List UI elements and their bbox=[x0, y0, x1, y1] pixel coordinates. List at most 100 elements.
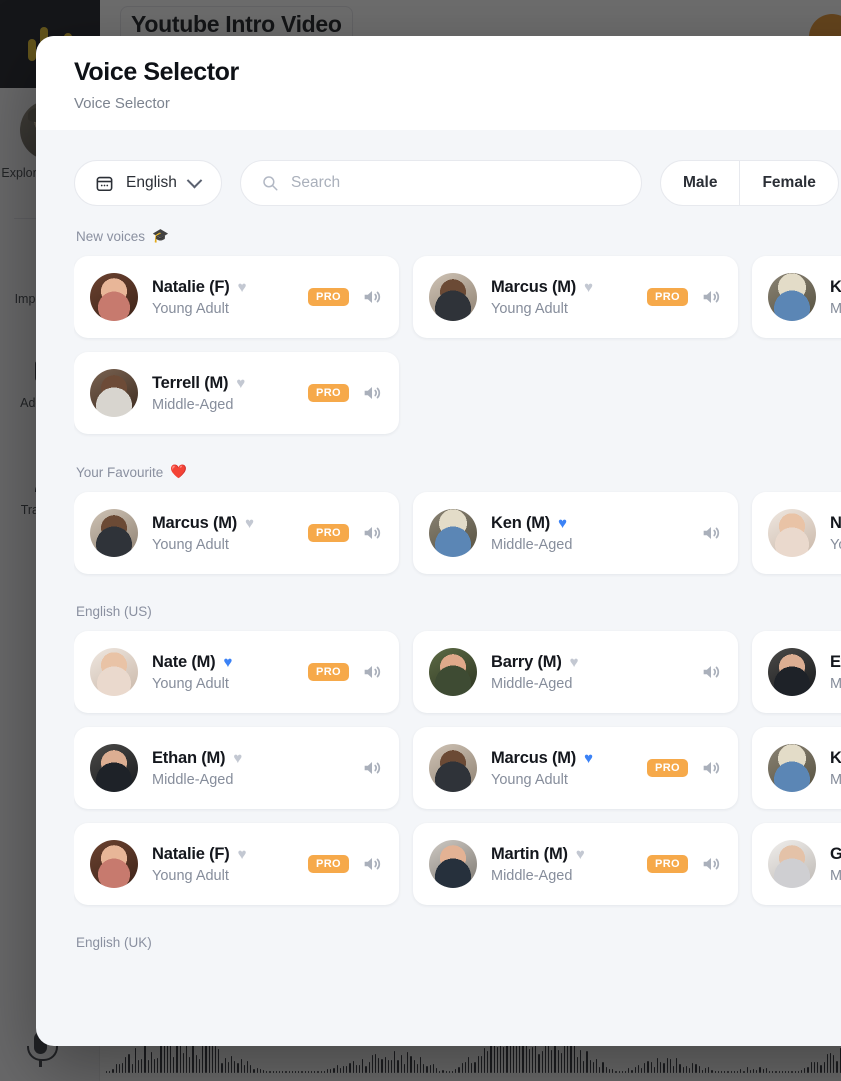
voice-name: Marcus (M) bbox=[491, 277, 577, 296]
speaker-icon[interactable] bbox=[700, 661, 722, 683]
gender-option-male[interactable]: Male bbox=[661, 161, 739, 205]
page-title: Voice Selector bbox=[74, 58, 239, 86]
voice-info: Ken (M)♥Middle-Aged bbox=[830, 749, 841, 788]
avatar bbox=[429, 840, 477, 888]
voice-card[interactable]: Ethan (M)♥Middle-Aged bbox=[74, 727, 399, 809]
voice-card[interactable]: Terrell (M) ♥ Middle-Aged PRO bbox=[74, 352, 399, 434]
calendar-icon bbox=[96, 176, 113, 191]
speaker-icon[interactable] bbox=[700, 757, 722, 779]
voice-age: Middle-Aged bbox=[830, 675, 841, 692]
speaker-icon[interactable] bbox=[700, 522, 722, 544]
voice-info: Ken (M)♥Middle-Aged bbox=[491, 514, 700, 553]
search-box[interactable] bbox=[240, 160, 642, 206]
pro-badge: PRO bbox=[307, 524, 349, 542]
heart-filled-icon[interactable]: ♥ bbox=[223, 655, 232, 670]
voice-age: Young Adult bbox=[491, 300, 568, 317]
voice-card[interactable]: Ken (M)♥Middle-Aged bbox=[752, 256, 841, 338]
voice-info: Ken (M)♥Middle-Aged bbox=[830, 278, 841, 317]
voice-actions bbox=[361, 757, 383, 779]
speaker-icon[interactable] bbox=[361, 757, 383, 779]
voice-info: Marcus (M) ♥ Young Adult bbox=[491, 749, 647, 788]
voice-grid: Nate (M) ♥ Young Adult PRO Barry (M) ♥ Middle-… bbox=[74, 631, 841, 905]
avatar bbox=[90, 840, 138, 888]
voice-grid: Natalie (F) ♥ Young Adult PRO Marcus (M) ♥ You… bbox=[74, 256, 841, 434]
voice-card[interactable]: Barry (M) ♥ Middle-Aged bbox=[413, 631, 738, 713]
gender-toggle[interactable]: Male Female bbox=[660, 160, 839, 206]
voice-grid: Marcus (M) ♥ Young Adult PRO Ken (M) ♥ Middle-… bbox=[74, 492, 841, 574]
modal-header: Voice Selector Voice Selector bbox=[36, 36, 841, 130]
avatar bbox=[429, 273, 477, 321]
voice-list[interactable]: New voices 🎓 Natalie (F) ♥ Young Adult PRO Mar… bbox=[74, 228, 841, 1042]
voice-name: Ethan (M) bbox=[830, 652, 841, 671]
voice-name: Terrell (M) bbox=[152, 373, 229, 392]
speaker-icon[interactable] bbox=[361, 286, 383, 308]
voice-name: Gray (M) bbox=[830, 844, 841, 863]
heart-icon[interactable]: ♥ bbox=[238, 280, 247, 295]
voice-card[interactable]: Gray (M)♥Middle-Aged bbox=[752, 823, 841, 905]
voice-actions: PRO bbox=[646, 286, 722, 308]
heart-icon[interactable]: ♥ bbox=[238, 847, 247, 862]
speaker-icon[interactable] bbox=[700, 853, 722, 875]
avatar bbox=[768, 744, 816, 792]
voice-card[interactable]: Marcus (M) ♥ Young Adult PRO bbox=[74, 492, 399, 574]
voice-card[interactable]: Martin (M) ♥ Middle-Aged PRO bbox=[413, 823, 738, 905]
section-title: English (UK) bbox=[76, 935, 841, 950]
voice-info: Nate (M) ♥ Young Adult bbox=[152, 653, 308, 692]
speaker-icon[interactable] bbox=[361, 382, 383, 404]
voice-card[interactable]: Ken (M)♥Middle-Aged bbox=[413, 492, 738, 574]
voice-info: Natalie (F) ♥ Young Adult bbox=[152, 845, 308, 884]
heart-icon[interactable]: ♥ bbox=[245, 516, 254, 531]
voice-card[interactable]: Marcus (M) ♥ Young Adult PRO bbox=[413, 256, 738, 338]
voice-actions: PRO bbox=[307, 853, 383, 875]
section-title: New voices 🎓 bbox=[76, 228, 841, 244]
voice-info: Natalie (F) ♥ Young Adult bbox=[152, 278, 308, 317]
voice-name: Natalie (F) bbox=[152, 844, 230, 863]
voice-card[interactable]: Marcus (M) ♥ Young Adult PRO bbox=[413, 727, 738, 809]
language-select[interactable]: English bbox=[74, 160, 222, 206]
section-title: English (US) bbox=[76, 604, 841, 619]
section-emoji-icon: ❤️ bbox=[170, 464, 188, 479]
voice-name: Marcus (M) bbox=[491, 748, 577, 767]
voice-section: English (US) Nate (M) ♥ Young Adult PRO Barry… bbox=[74, 604, 841, 905]
speaker-icon[interactable] bbox=[361, 661, 383, 683]
avatar bbox=[768, 273, 816, 321]
voice-card[interactable]: Ethan (M)♥Middle-Aged bbox=[752, 631, 841, 713]
avatar bbox=[90, 648, 138, 696]
pro-badge: PRO bbox=[307, 288, 349, 306]
avatar bbox=[90, 509, 138, 557]
avatar bbox=[429, 648, 477, 696]
heart-icon[interactable]: ♥ bbox=[570, 655, 579, 670]
voice-age: Young Adult bbox=[152, 536, 229, 553]
speaker-icon[interactable] bbox=[361, 522, 383, 544]
heart-icon[interactable]: ♥ bbox=[576, 847, 585, 862]
pro-badge: PRO bbox=[646, 288, 688, 306]
heart-filled-icon[interactable]: ♥ bbox=[558, 516, 567, 531]
voice-info: Ethan (M) ♥ Middle-Aged bbox=[152, 749, 361, 788]
voice-age: Young Adult bbox=[152, 300, 229, 317]
heart-icon[interactable]: ♥ bbox=[233, 751, 242, 766]
speaker-icon[interactable] bbox=[700, 286, 722, 308]
voice-card[interactable]: Nate (M)♥Young AdultPRO bbox=[74, 631, 399, 713]
voice-actions: PRO bbox=[307, 286, 383, 308]
avatar bbox=[768, 840, 816, 888]
pro-badge: PRO bbox=[307, 663, 349, 681]
voice-age: Middle-Aged bbox=[152, 396, 234, 413]
language-value: English bbox=[126, 174, 177, 191]
section-title-text: New voices bbox=[76, 228, 146, 244]
speaker-icon[interactable] bbox=[361, 853, 383, 875]
search-input[interactable] bbox=[291, 174, 621, 192]
voice-age: Middle-Aged bbox=[830, 771, 841, 788]
voice-card[interactable]: Nate (M)♥Young AdultPRO bbox=[752, 492, 841, 574]
voice-card[interactable]: Natalie (F) ♥ Young Adult PRO bbox=[74, 256, 399, 338]
voice-name: Ken (M) bbox=[830, 748, 841, 767]
heart-filled-icon[interactable]: ♥ bbox=[584, 751, 593, 766]
heart-icon[interactable]: ♥ bbox=[236, 376, 245, 391]
heart-icon[interactable]: ♥ bbox=[584, 280, 593, 295]
voice-card[interactable]: Ken (M)♥Middle-Aged bbox=[752, 727, 841, 809]
voice-age: Young Adult bbox=[491, 771, 568, 788]
voice-card[interactable]: Natalie (F) ♥ Young Adult PRO bbox=[74, 823, 399, 905]
section-title-text: English (UK) bbox=[76, 935, 152, 950]
voice-age: Middle-Aged bbox=[152, 771, 234, 788]
voice-age: Middle-Aged bbox=[830, 867, 841, 884]
gender-option-female[interactable]: Female bbox=[739, 161, 837, 205]
